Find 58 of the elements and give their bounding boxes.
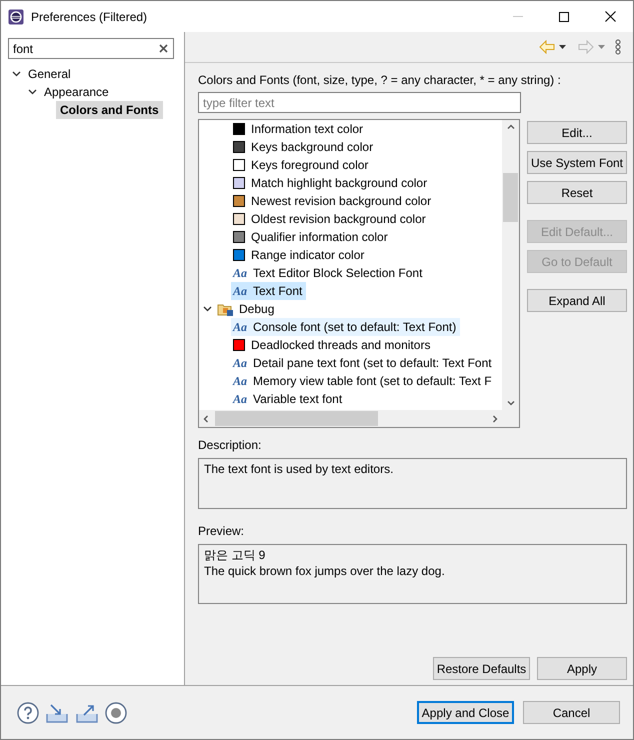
scroll-right-icon[interactable] — [493, 414, 498, 422]
tree-item[interactable]: Information text color — [231, 120, 368, 138]
tree-item[interactable]: Aa Detail pane text font (set to default: Text Font — [231, 354, 496, 372]
tree-item[interactable]: Appearance — [40, 83, 113, 101]
font-icon: Aa — [233, 266, 247, 280]
filter-field[interactable]: type filter text — [198, 92, 521, 113]
help-icon[interactable] — [17, 702, 39, 724]
tree-item[interactable]: General — [24, 65, 75, 83]
dialog-button[interactable]: Cancel — [523, 701, 620, 724]
tree-item[interactable]: Aa Variable text font — [231, 390, 346, 408]
description-text: The text font is used by text editors. — [204, 461, 394, 477]
tree-item[interactable]: Debug — [239, 302, 274, 316]
app-icon — [8, 8, 24, 24]
font-icon: Aa — [233, 356, 247, 370]
scroll-thumb[interactable] — [503, 173, 518, 222]
description-label: Description: — [198, 437, 262, 453]
horizontal-scrollbar[interactable] — [199, 410, 502, 427]
tree-item[interactable]: Match highlight background color — [231, 174, 432, 192]
dialog-button[interactable]: Apply and Close — [417, 701, 514, 724]
vertical-scrollbar[interactable] — [502, 120, 519, 410]
tree-item[interactable]: Range indicator color — [231, 246, 368, 264]
page-button[interactable]: Apply — [537, 657, 627, 680]
action-button[interactable]: Edit... — [527, 121, 627, 144]
action-button[interactable]: Reset — [527, 181, 627, 204]
window-title: Preferences (Filtered) — [31, 10, 148, 24]
preview-text: 맑은 고딕 9 — [204, 547, 266, 563]
record-icon[interactable] — [105, 702, 127, 724]
page-button[interactable]: Restore Defaults — [433, 657, 530, 680]
preview-text: The quick brown fox jumps over the lazy dog. — [204, 563, 446, 579]
tree-item[interactable]: Keys foreground color — [231, 156, 372, 174]
scroll-down-icon[interactable] — [506, 401, 514, 406]
font-icon: Aa — [233, 320, 247, 334]
scroll-up-icon[interactable] — [506, 124, 514, 129]
action-button[interactable]: Expand All — [527, 289, 627, 312]
scroll-thumb[interactable] — [215, 411, 378, 426]
folder-icon — [217, 302, 234, 316]
tree-item[interactable]: Deadlocked threads and monitors — [231, 336, 434, 354]
tree-item[interactable]: Aa Text Editor Block Selection Font — [231, 264, 426, 282]
font-icon: Aa — [233, 284, 247, 298]
tree-item[interactable]: Newest revision background color — [231, 192, 436, 210]
preview-label: Preview: — [198, 523, 246, 539]
import-icon[interactable] — [45, 702, 69, 724]
font-icon: Aa — [233, 374, 247, 388]
tree-item[interactable]: Aa Text Font — [231, 282, 306, 300]
section-heading: Colors and Fonts (font, size, type, ? = any character, * = any string) : — [198, 72, 562, 89]
dropdown-icon[interactable] — [559, 45, 566, 49]
clear-icon[interactable] — [159, 44, 168, 53]
menu-icon[interactable] — [615, 39, 621, 55]
font-icon: Aa — [233, 392, 247, 406]
tree-item[interactable]: Colors and Fonts — [56, 101, 163, 119]
tree-item[interactable]: Keys background color — [231, 138, 378, 156]
action-button[interactable]: Use System Font — [527, 151, 627, 174]
search-field[interactable]: font — [8, 38, 174, 59]
scroll-left-icon[interactable] — [203, 414, 208, 422]
tree-item[interactable]: Qualifier information color — [231, 228, 392, 246]
tree-item[interactable]: Aa Memory view table font (set to default: Text F — [231, 372, 496, 390]
tree-item[interactable]: Oldest revision background color — [231, 210, 430, 228]
tree-item[interactable]: Aa Console font (set to default: Text Font) — [231, 318, 460, 336]
